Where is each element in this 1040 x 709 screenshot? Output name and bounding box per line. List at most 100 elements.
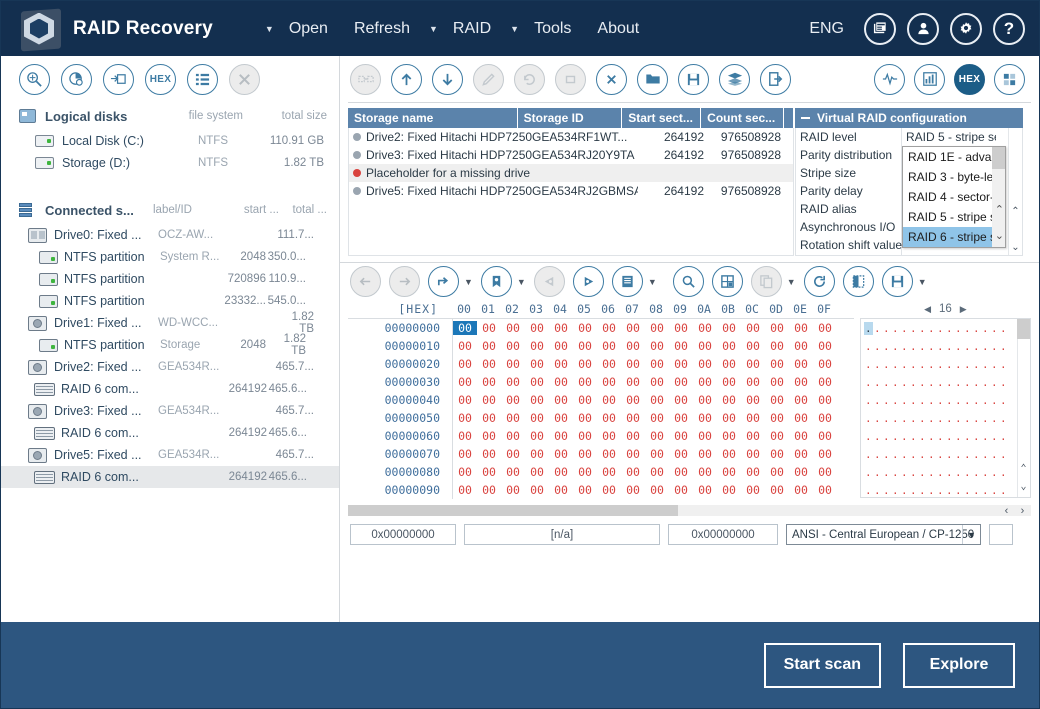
hex-byte-cell[interactable]: 00 — [501, 393, 525, 407]
hex-byte-cell[interactable]: 00 — [597, 465, 621, 479]
hex-byte-cell[interactable]: 00 — [693, 411, 717, 425]
ascii-char[interactable]: . — [873, 430, 882, 443]
selection-field[interactable]: 0x00000000 — [668, 524, 778, 545]
ascii-char[interactable]: . — [936, 376, 945, 389]
hex-byte-cell[interactable]: 00 — [525, 411, 549, 425]
hex-byte-cell[interactable]: 00 — [789, 447, 813, 461]
ascii-char[interactable]: . — [900, 394, 909, 407]
hex-row[interactable]: 00000030 00 00 00 00 00 00 00 00 00 00 00 00 00 00 00 00 — [348, 373, 854, 391]
extra-field[interactable] — [989, 524, 1013, 545]
table-row-missing-drive[interactable]: Placeholder for a missing drive — [349, 164, 793, 182]
hex-byte-cell[interactable]: 00 — [741, 375, 765, 389]
ascii-char[interactable]: . — [864, 376, 873, 389]
hex-byte-cell[interactable]: 00 — [621, 357, 645, 371]
ascii-char[interactable]: . — [972, 466, 981, 479]
hex-byte-cell[interactable]: 00 — [549, 411, 573, 425]
hex-byte-cell[interactable]: 00 — [645, 429, 669, 443]
col-count-sectors[interactable]: Count sec... — [701, 108, 785, 128]
hex-byte-cell[interactable]: 00 — [765, 393, 789, 407]
tree-item-drive1[interactable]: Drive1: Fixed ... WD-WCC... 1.82 TB — [1, 311, 339, 335]
hex-byte-cell[interactable]: 00 — [573, 447, 597, 461]
hex-byte-cell[interactable]: 00 — [813, 411, 837, 425]
ascii-char[interactable]: . — [954, 394, 963, 407]
ascii-char[interactable]: . — [864, 466, 873, 479]
hex-byte-cell[interactable]: 00 — [765, 357, 789, 371]
hex-byte-cell[interactable]: 00 — [693, 429, 717, 443]
hex-byte-cell[interactable]: 00 — [597, 483, 621, 497]
ascii-char[interactable]: . — [981, 412, 990, 425]
ascii-char[interactable]: . — [927, 376, 936, 389]
hex-byte-cell[interactable]: 00 — [669, 429, 693, 443]
hex-row[interactable]: 00000080 00 00 00 00 00 00 00 00 00 00 00 00 00 00 00 00 — [348, 463, 854, 481]
ascii-char[interactable]: . — [990, 484, 999, 497]
hex-byte-cell[interactable]: 00 — [549, 339, 573, 353]
ascii-char[interactable]: . — [981, 376, 990, 389]
menu-item-open[interactable]: Open — [276, 14, 341, 44]
ascii-char[interactable]: . — [900, 340, 909, 353]
ascii-char[interactable]: . — [945, 412, 954, 425]
hex-byte-cell[interactable]: 00 — [669, 339, 693, 353]
ascii-char[interactable]: . — [909, 484, 918, 497]
raid-config-header[interactable]: Virtual RAID configuration — [795, 108, 1023, 128]
hex-byte-cell[interactable]: 00 — [621, 483, 645, 497]
ascii-char[interactable]: . — [882, 322, 891, 335]
hex-byte-cell[interactable]: 00 — [645, 321, 669, 335]
hex-byte-cell[interactable]: 00 — [765, 339, 789, 353]
ascii-char[interactable]: . — [981, 430, 990, 443]
dropdown-option[interactable]: RAID 3 - byte-lev — [903, 167, 1005, 187]
ascii-char[interactable]: . — [927, 340, 936, 353]
tree-item-ntfs-partition[interactable]: NTFS partition 23332... 545.0... — [1, 290, 339, 312]
ascii-char[interactable]: . — [891, 394, 900, 407]
hex-row[interactable]: 00000070 00 00 00 00 00 00 00 00 00 00 00 00 00 00 00 00 — [348, 445, 854, 463]
hex-byte-cell[interactable]: 00 — [501, 357, 525, 371]
hex-byte-cell[interactable]: 00 — [765, 321, 789, 335]
ascii-char[interactable]: . — [873, 340, 882, 353]
help-icon[interactable]: ? — [993, 12, 1025, 45]
ascii-char[interactable]: . — [990, 466, 999, 479]
hex-byte-cell[interactable]: 00 — [693, 339, 717, 353]
ascii-char[interactable]: . — [999, 340, 1008, 353]
tree-item-raid-component[interactable]: RAID 6 com... 264192 465.6... — [1, 422, 339, 444]
hex-row[interactable]: 00000000 00 00 00 00 00 00 00 00 00 00 00 00 00 00 00 00 — [348, 319, 854, 337]
ascii-char[interactable]: . — [954, 340, 963, 353]
scroll-down-icon[interactable]: ⌄ — [1017, 479, 1030, 493]
hex-byte-cell[interactable]: 00 — [597, 393, 621, 407]
ascii-char[interactable]: . — [936, 448, 945, 461]
hex-byte-cell[interactable]: 00 — [789, 393, 813, 407]
dropdown-option[interactable]: RAID 5 - stripe se — [903, 207, 1005, 227]
hex-byte-cell[interactable]: 00 — [477, 375, 501, 389]
raid-level-dropdown[interactable]: RAID 1E - advanc RAID 3 - byte-lev RAID … — [902, 146, 1006, 248]
hex-byte-cell[interactable]: 00 — [669, 393, 693, 407]
hex-byte-cell[interactable]: 00 — [741, 321, 765, 335]
hex-byte-cell[interactable]: 00 — [573, 339, 597, 353]
ascii-row[interactable]: ................ — [861, 445, 1030, 463]
ascii-rows[interactable]: ........................................… — [861, 319, 1030, 499]
ascii-char[interactable]: . — [954, 466, 963, 479]
hex-byte-cell[interactable]: 00 — [453, 357, 477, 371]
ascii-row[interactable]: ................ — [861, 355, 1030, 373]
hex-byte-cell[interactable]: 00 — [573, 411, 597, 425]
pane-icon[interactable] — [842, 266, 874, 297]
hex-byte-cell[interactable]: 00 — [717, 411, 741, 425]
hex-byte-cell[interactable]: 00 — [501, 465, 525, 479]
hex-byte-cell[interactable]: 00 — [813, 375, 837, 389]
hex-byte-cell[interactable]: 00 — [597, 339, 621, 353]
refresh-icon[interactable] — [803, 266, 835, 297]
ascii-char[interactable]: . — [972, 376, 981, 389]
ascii-char[interactable]: . — [900, 358, 909, 371]
ascii-row[interactable]: ................ — [861, 409, 1030, 427]
tree-item-ntfs-partition[interactable]: NTFS partition System R... 2048 350.0... — [1, 246, 339, 268]
ascii-char[interactable]: . — [891, 430, 900, 443]
ascii-char[interactable]: . — [999, 412, 1008, 425]
hex-byte-cell[interactable]: 00 — [717, 429, 741, 443]
ascii-char[interactable]: . — [954, 358, 963, 371]
tree-item-raid-component-selected[interactable]: RAID 6 com... 264192 465.6... — [1, 466, 339, 488]
hex-byte-cell[interactable]: 00 — [477, 483, 501, 497]
hex-byte-cell[interactable]: 00 — [501, 411, 525, 425]
next-bookmark-icon[interactable] — [572, 266, 604, 297]
hex-byte-cell[interactable]: 00 — [453, 465, 477, 479]
ascii-char[interactable]: . — [945, 484, 954, 497]
hex-byte-cell[interactable]: 00 — [501, 483, 525, 497]
ascii-row[interactable]: ................ — [861, 463, 1030, 481]
pulse-icon[interactable] — [874, 63, 905, 95]
